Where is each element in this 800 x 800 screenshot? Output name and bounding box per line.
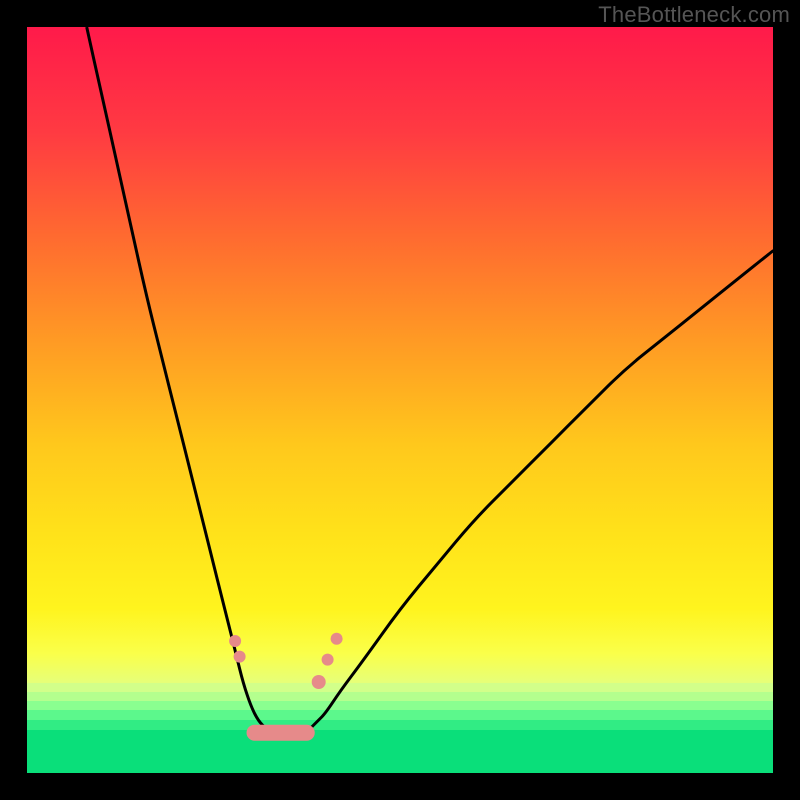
plot-area bbox=[27, 27, 773, 773]
marker-right-trio-upper bbox=[331, 633, 343, 645]
marker-left-pair-lower bbox=[234, 651, 246, 663]
marker-group bbox=[229, 633, 343, 689]
curve-layer bbox=[27, 27, 773, 773]
bottleneck-curve bbox=[87, 27, 773, 736]
marker-left-pair-upper bbox=[229, 635, 241, 647]
marker-right-trio-lower bbox=[312, 675, 326, 689]
chart-frame: TheBottleneck.com bbox=[0, 0, 800, 800]
watermark-text: TheBottleneck.com bbox=[598, 2, 790, 28]
marker-right-trio-mid bbox=[322, 654, 334, 666]
